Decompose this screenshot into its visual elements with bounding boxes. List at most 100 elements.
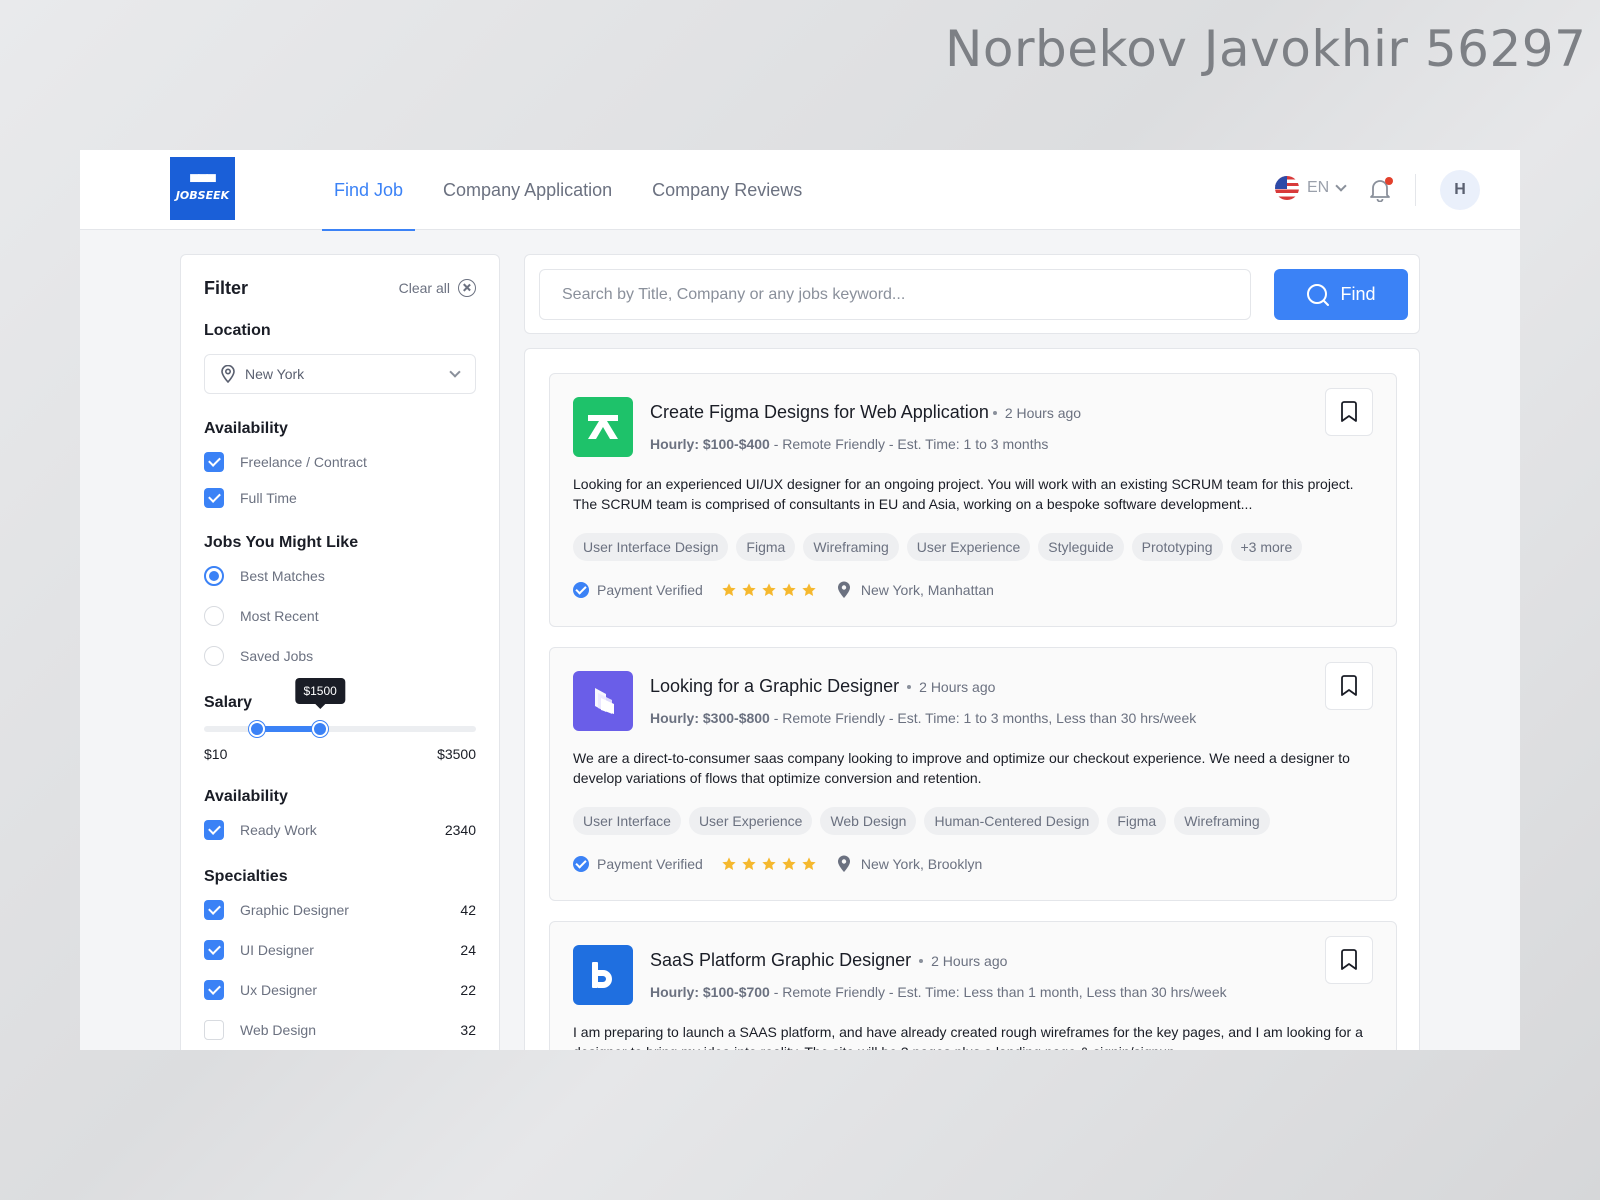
job-footer: Payment Verified New York, Brooklyn [573,855,982,873]
specialty-graphic-designer[interactable]: Graphic Designer 42 [204,890,476,930]
skill-tag[interactable]: Wireframing [1174,807,1270,835]
search-icon [1307,283,1330,306]
most-recent-option[interactable]: Most Recent [204,596,476,636]
availability-freelance-option[interactable]: Freelance / Contract [204,444,476,480]
salary-max-label: $3500 [437,746,476,762]
availability-ready-group: Availability Ready Work 2340 [204,788,476,850]
job-card[interactable]: Create Figma Designs for Web Application… [549,373,1397,627]
availability-fulltime-option[interactable]: Full Time [204,480,476,516]
chevron-logo-icon [588,415,618,439]
ready-work-option[interactable]: Ready Work 2340 [204,810,476,850]
search-input[interactable] [539,269,1251,320]
us-flag-icon [1275,176,1299,200]
checkbox[interactable] [204,900,224,920]
skill-tag[interactable]: Styleguide [1038,533,1124,561]
specialty-web-design[interactable]: Web Design 32 [204,1010,476,1050]
location-pin-icon [221,365,235,383]
skill-tag[interactable]: Figma [1107,807,1167,835]
job-title[interactable]: SaaS Platform Graphic Designer [650,950,911,971]
option-label: Saved Jobs [240,648,314,664]
skill-tag[interactable]: Web Design [820,807,917,835]
bookmark-icon [1341,401,1357,422]
notifications-button[interactable] [1369,177,1393,203]
checkbox[interactable] [204,488,224,508]
job-card[interactable]: Looking for a Graphic Designer 2 Hours a… [549,647,1397,901]
job-details: - Remote Friendly - Est. Time: 1 to 3 mo… [769,710,1197,726]
best-matches-option[interactable]: Best Matches [204,556,476,596]
job-rate: Hourly: $100-$400 [650,436,770,452]
location-value: New York [245,366,305,382]
radio-button[interactable] [204,606,224,626]
salary-min-label: $10 [204,746,228,762]
checkbox[interactable] [204,452,224,472]
checkbox[interactable] [204,980,224,1000]
nav-company-application[interactable]: Company Application [431,150,624,230]
salary-slider-range [256,726,321,732]
nav-find-job[interactable]: Find Job [322,150,416,231]
location-select[interactable]: New York [204,354,476,394]
skill-tag[interactable]: User Experience [688,807,813,835]
job-list: Create Figma Designs for Web Application… [524,348,1420,1050]
skill-tag[interactable]: Human-Centered Design [924,807,1100,835]
star-icon [802,857,816,870]
job-title[interactable]: Looking for a Graphic Designer [650,676,899,697]
radio-button[interactable] [204,646,224,666]
nav-company-reviews[interactable]: Company Reviews [640,150,814,230]
radio-button[interactable] [204,566,224,586]
star-icon [762,857,776,870]
checkbox[interactable] [204,940,224,960]
specialty-ux-designer[interactable]: Ux Designer 22 [204,970,476,1010]
option-label: Most Recent [240,608,319,624]
clear-all-button[interactable]: Clear all [399,279,476,297]
checkbox[interactable] [204,820,224,840]
skill-tag[interactable]: Figma [736,533,796,561]
jobs-you-might-like-group: Jobs You Might Like Best Matches Most Re… [204,534,476,676]
payment-verified-label: Payment Verified [597,582,703,598]
skill-tag[interactable]: User Experience [906,533,1031,561]
job-meta: Hourly: $300-$800 - Remote Friendly - Es… [650,710,1196,726]
more-tags-button[interactable]: +3 more [1230,533,1303,561]
job-title-row: SaaS Platform Graphic Designer 2 Hours a… [650,950,1007,971]
separator-dot [919,958,924,963]
option-label: UI Designer [240,942,314,958]
bookmark-button[interactable] [1325,662,1373,710]
separator-dot [992,410,997,415]
salary-max-handle[interactable] [312,721,329,737]
bookmark-button[interactable] [1325,388,1373,436]
job-meta: Hourly: $100-$700 - Remote Friendly - Es… [650,984,1227,1000]
specialties-title: Specialties [204,868,288,885]
skill-tag[interactable]: User Interface [573,807,681,835]
salary-filter: Salary $1500 $10 $3500 [204,678,476,764]
availability-title: Availability [204,788,288,805]
search-bar: Find [524,254,1420,334]
specialty-ui-designer[interactable]: UI Designer 24 [204,930,476,970]
language-selector[interactable]: EN [1275,176,1347,200]
location-pin-icon [837,855,850,872]
salary-min-handle[interactable] [248,721,265,737]
skill-tag[interactable]: User Interface Design [573,533,729,561]
clear-all-label: Clear all [398,280,450,296]
salary-slider-track[interactable] [204,726,476,732]
bookmark-button[interactable] [1325,936,1373,984]
find-button[interactable]: Find [1274,269,1408,320]
option-count: 42 [460,902,476,918]
jobseek-logo[interactable]: ▀▀▀ JOBSEEK [170,157,235,220]
saved-jobs-option[interactable]: Saved Jobs [204,636,476,676]
salary-range-labels: $10 $3500 [204,746,476,762]
job-meta: Hourly: $100-$400 - Remote Friendly - Es… [650,436,1048,452]
skill-tag[interactable]: Wireframing [803,533,899,561]
option-label: Best Matches [240,568,325,584]
checkbox[interactable] [204,1020,224,1040]
job-title[interactable]: Create Figma Designs for Web Application [650,402,989,423]
job-location: New York, Brooklyn [860,856,983,872]
star-icon [782,583,796,596]
user-avatar[interactable]: H [1440,170,1480,210]
job-tags: User Interface Design Figma Wireframing … [573,533,1303,561]
job-card[interactable]: SaaS Platform Graphic Designer 2 Hours a… [549,921,1397,1050]
star-icon [742,583,756,596]
option-count: 22 [460,982,476,998]
skill-tag[interactable]: Prototyping [1131,533,1223,561]
star-icon [742,857,756,870]
location-title: Location [204,322,271,339]
separator-dot [907,684,912,689]
